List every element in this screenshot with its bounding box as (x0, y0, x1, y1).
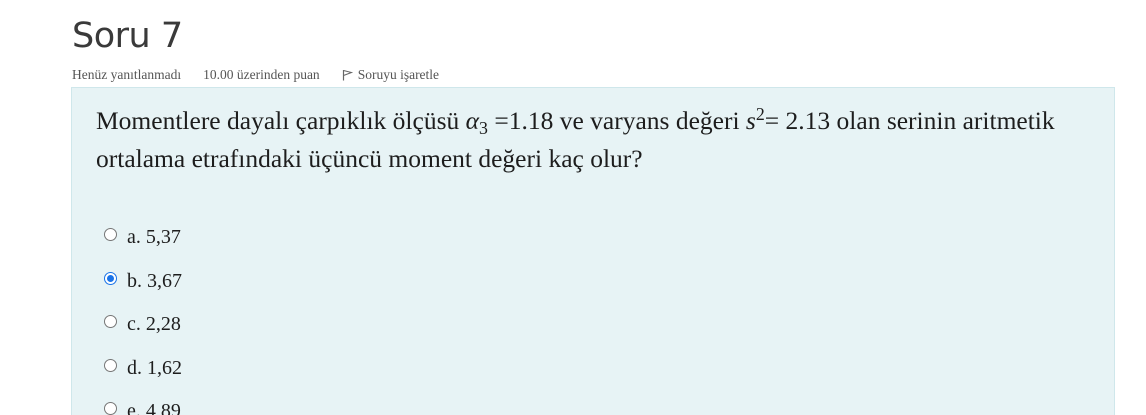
question-info: Henüz yanıtlanmadı 10.00 üzerinden puan … (72, 65, 439, 85)
answer-letter: d. (127, 356, 142, 379)
answer-radio[interactable] (104, 315, 117, 329)
variance-symbol: s2 (745, 104, 765, 135)
question-content: Momentlere dayalı çarpıklık ölçüsü α3 =1… (71, 87, 1115, 415)
alpha-symbol: α3 (465, 106, 488, 138)
answer-list: a. 5,37 b. 3,67 c. 2,28 d. 1,62 e. 4,89 (104, 216, 182, 415)
question-grade: 10.00 üzerinden puan (203, 67, 320, 82)
answer-option-a[interactable]: a. 5,37 (104, 216, 182, 260)
flag-icon (342, 70, 353, 81)
question-title: Soru 7 (72, 16, 183, 56)
answer-value: 5,37 (145, 226, 181, 249)
question-state: Henüz yanıtlanmadı (72, 67, 182, 82)
variance-superscript: 2 (755, 104, 765, 124)
answer-radio[interactable] (104, 228, 117, 242)
answer-option-b[interactable]: b. 3,67 (104, 260, 182, 304)
answer-radio[interactable] (104, 271, 117, 285)
answer-radio[interactable] (104, 358, 117, 372)
answer-value: 3,67 (147, 269, 182, 292)
flag-question-link[interactable]: Soruyu işaretle (342, 67, 439, 83)
answer-value: 4,89 (145, 400, 181, 415)
question-text-part1: Momentlere dayalı çarpıklık ölçüsü (96, 106, 460, 135)
answer-option-c[interactable]: c. 2,28 (104, 303, 182, 347)
alpha-subscript: 3 (479, 118, 488, 138)
answer-radio[interactable] (104, 402, 117, 415)
answer-letter: a. (127, 226, 141, 249)
flag-question-label: Soruyu işaretle (357, 67, 440, 82)
answer-value: 1,62 (147, 356, 182, 379)
question-text-part2: =1.18 ve varyans değeri (494, 106, 740, 135)
question-text: Momentlere dayalı çarpıklık ölçüsü α3 =1… (96, 102, 1096, 178)
answer-option-e[interactable]: e. 4,89 (104, 390, 182, 415)
answer-option-d[interactable]: d. 1,62 (104, 347, 182, 391)
answer-letter: c. (127, 313, 141, 336)
answer-letter: e. (127, 400, 141, 415)
answer-value: 2,28 (145, 313, 181, 336)
answer-letter: b. (127, 269, 142, 292)
